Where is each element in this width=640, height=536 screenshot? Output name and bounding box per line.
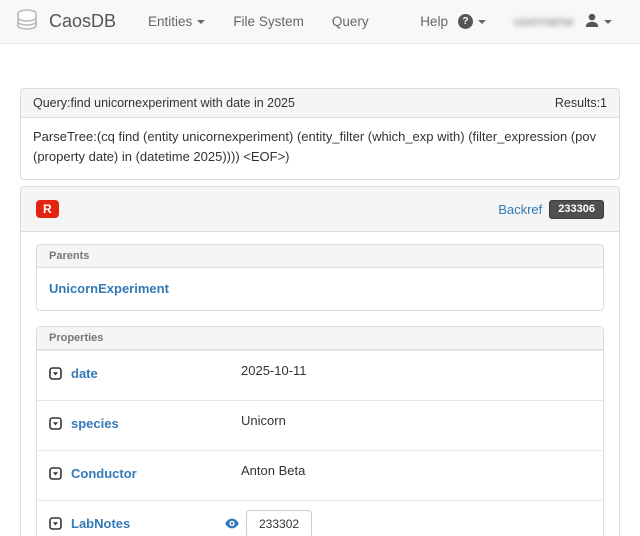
- collapse-down-icon[interactable]: [49, 517, 62, 533]
- question-circle-icon: ?: [457, 14, 473, 29]
- results-count: Results:1: [554, 96, 607, 110]
- query-string: Query:find unicornexperiment with date i…: [33, 96, 295, 110]
- record-type-badge[interactable]: R: [36, 200, 59, 219]
- eye-icon[interactable]: [225, 517, 239, 532]
- property-value: 2025-10-11: [241, 363, 307, 379]
- properties-header: Properties: [37, 327, 603, 351]
- property-value: Unicorn: [241, 413, 286, 429]
- nav-query[interactable]: Query: [318, 2, 383, 41]
- property-name-link[interactable]: Conductor: [71, 466, 137, 481]
- parents-panel: Parents UnicornExperiment: [36, 244, 604, 312]
- user-name-redacted: username: [513, 14, 574, 29]
- top-navbar: CaosDB Entities File System Query Help ?…: [0, 0, 640, 44]
- help-menu[interactable]: Help ?: [406, 2, 500, 41]
- nav-file-system[interactable]: File System: [219, 2, 318, 41]
- database-icon: [14, 8, 40, 35]
- chevron-down-icon: [477, 20, 486, 24]
- property-name-link[interactable]: species: [71, 416, 119, 431]
- property-row-labnotes: LabNotes 233302: [37, 500, 603, 536]
- properties-panel: Properties date 2025-10-11 species Unico…: [36, 326, 604, 536]
- parents-header: Parents: [37, 245, 603, 269]
- entity-id-badge[interactable]: 233306: [549, 199, 604, 219]
- collapse-down-icon[interactable]: [49, 417, 62, 433]
- reference-preview-box[interactable]: 233302: [246, 510, 313, 536]
- property-row-species: species Unicorn: [37, 400, 603, 450]
- user-menu[interactable]: username: [500, 1, 626, 43]
- entity-panel-header: R Backref 233306: [21, 187, 619, 233]
- property-name-link[interactable]: date: [71, 366, 98, 381]
- property-name-link[interactable]: LabNotes: [71, 516, 130, 531]
- brand-title: CaosDB: [49, 11, 117, 31]
- query-results-panel: Query:find unicornexperiment with date i…: [20, 88, 620, 181]
- entity-panel: R Backref 233306 Parents UnicornExperime…: [20, 186, 620, 536]
- parent-link-unicornexperiment[interactable]: UnicornExperiment: [49, 281, 169, 296]
- nav-query-label: Query: [331, 14, 369, 29]
- brand[interactable]: CaosDB: [14, 8, 116, 35]
- chevron-down-icon: [604, 20, 612, 24]
- property-row-date: date 2025-10-11: [37, 350, 603, 400]
- nav-file-system-label: File System: [233, 14, 304, 29]
- chevron-down-icon: [197, 20, 206, 24]
- property-row-conductor: Conductor Anton Beta: [37, 450, 603, 500]
- parse-tree: ParseTree:(cq find (entity unicornexperi…: [33, 129, 597, 165]
- collapse-down-icon[interactable]: [49, 467, 62, 483]
- nav-entities-label: Entities: [148, 14, 193, 29]
- property-value: Anton Beta: [241, 463, 306, 479]
- query-panel-header: Query:find unicornexperiment with date i…: [21, 89, 619, 118]
- help-label: Help: [420, 14, 448, 29]
- user-icon: [585, 13, 599, 31]
- collapse-down-icon[interactable]: [49, 367, 62, 383]
- nav-entities[interactable]: Entities: [134, 2, 219, 41]
- backref-link[interactable]: Backref: [498, 202, 542, 217]
